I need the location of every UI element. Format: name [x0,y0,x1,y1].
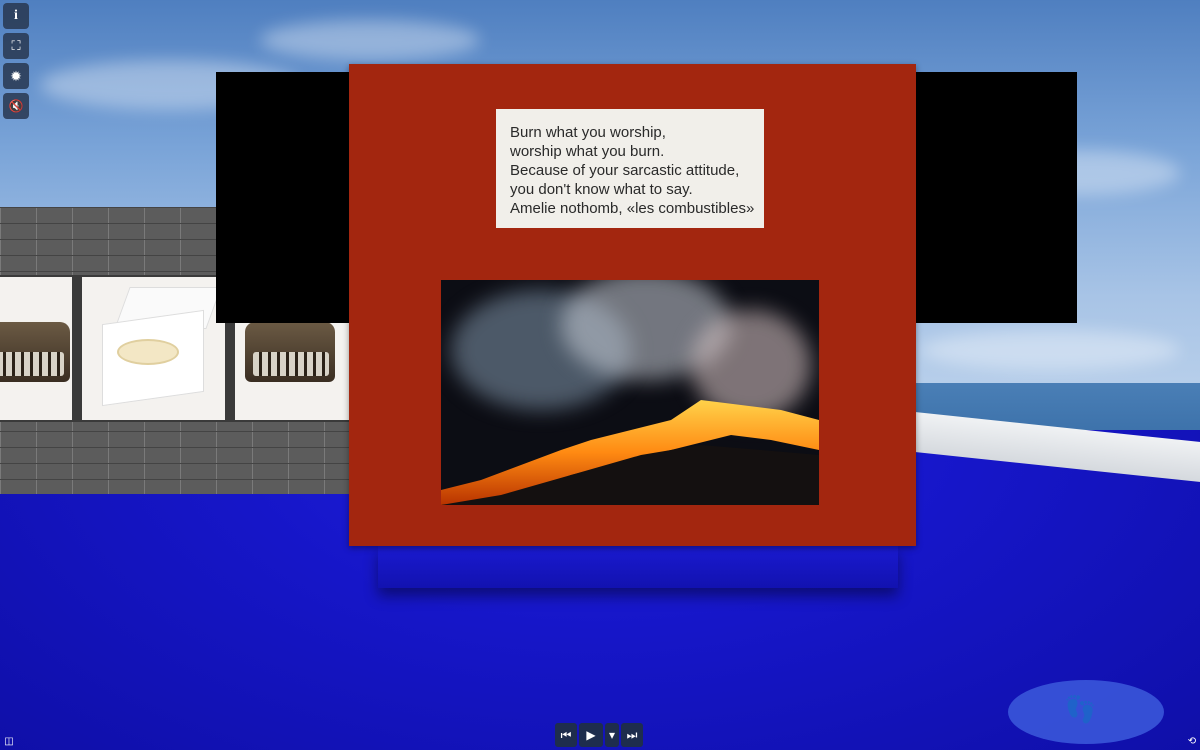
next-icon: ⏭ [626,727,638,742]
next-button[interactable]: ⏭ [621,723,643,747]
quote-card[interactable]: Burn what you worship, worship what you … [496,109,764,228]
quote-line: you don't know what to say. [510,181,693,198]
left-toolbar: i ⛶ ✹ 🔇 [3,3,29,123]
footprints-icon: 👣 [1064,694,1097,724]
quote-line: Amelie nothomb, «les combustibles» [510,200,755,217]
previous-icon: ⏮ [560,727,572,742]
map-icon: ◫ [4,735,14,747]
walk-control-pad[interactable]: 👣 [1008,680,1164,744]
board-base [378,546,898,588]
quote-line: worship what you burn. [510,143,665,160]
map-button[interactable]: ◫ [3,735,15,747]
media-controls: ⏮ ▶ ▾ ⏭ [555,723,643,747]
reset-view-button[interactable]: ⟲ [1186,735,1198,747]
info-button[interactable]: i [3,3,29,29]
fullscreen-icon: ⛶ [11,38,21,53]
quote-line: Because of your sarcastic attitude, [510,162,740,179]
reset-view-icon: ⟲ [1187,735,1197,747]
previous-button[interactable]: ⏮ [555,723,577,747]
cake-box-photo[interactable] [82,277,225,420]
quote-line: Burn what you worship, [510,124,666,141]
media-dropdown-button[interactable]: ▾ [605,723,619,747]
play-button[interactable]: ▶ [579,723,603,747]
fullscreen-button[interactable]: ⛶ [3,33,29,59]
wildfire-image[interactable] [441,280,819,505]
settings-button[interactable]: ✹ [3,63,29,89]
mute-button[interactable]: 🔇 [3,93,29,119]
typewriter-photo[interactable] [0,277,72,420]
info-icon: i [14,8,18,23]
dropdown-icon: ▾ [608,728,616,742]
play-icon: ▶ [586,728,596,742]
mute-icon: 🔇 [8,99,24,113]
gear-icon: ✹ [10,67,22,84]
